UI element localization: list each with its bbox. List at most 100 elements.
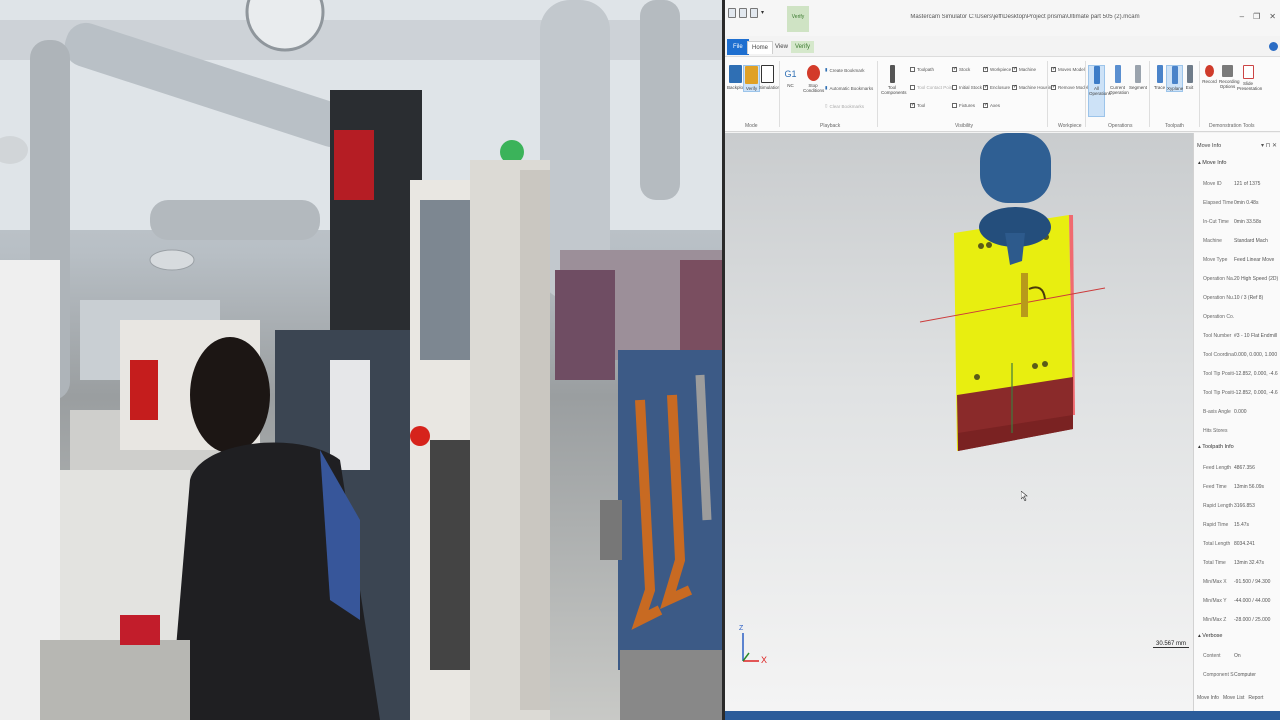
group-separator [1149,61,1150,127]
current-operation-button[interactable]: Current Operation [1109,65,1129,95]
info-value: -44.000 / 44.000 [1234,598,1271,604]
info-key: Rapid Time [1203,522,1229,528]
info-row: Feed Length 4867.356 [1203,465,1279,471]
info-value: 0.000 [1234,409,1247,415]
checkbox-icon [952,85,957,90]
checkbox-checked-icon: ✓ [952,66,958,72]
hole-marker [974,374,980,380]
info-row: Operation Co.. [1203,314,1279,320]
info-value: 15.47s [1234,522,1250,528]
spindle-body [980,133,1051,203]
info-value: -28.000 / 25.000 [1234,617,1271,623]
clear-bookmarks-button[interactable]: ▯ Clear Bookmarks [825,103,864,109]
info-value: 4867.356 [1234,465,1255,471]
stop-conditions-button[interactable]: Stop Conditions [803,65,824,93]
record-button[interactable]: Record [1201,65,1218,84]
backplot-button[interactable]: Backplot [727,65,744,90]
print-icon[interactable] [750,8,758,18]
nc-button[interactable]: G1 NC [782,65,799,88]
fixtures-checkbox[interactable]: Fixtures [952,103,975,108]
maximize-button[interactable]: ❐ [1253,12,1260,21]
tab-home[interactable]: Home [747,41,774,54]
info-value: 20 High Speed (2D) [1234,276,1278,282]
simulation-viewport[interactable]: X Z 30.567 mm [725,133,1193,711]
info-row: Rapid Time 15.47s [1203,522,1279,528]
checkbox-checked-icon: ✓ [1012,66,1018,72]
machine-housing-label: Machine Housing [1019,85,1054,90]
simulation-button[interactable]: Simulation [759,65,780,90]
enclosure-label: Enclosure [990,85,1011,90]
info-row: Tool Coordinat..0.000, 0.000, 1.000 [1203,352,1279,358]
info-row: Component S..Computer [1203,672,1279,678]
hole-marker [978,243,984,249]
tab-move-list[interactable]: Move List [1223,695,1244,701]
section-verbose[interactable]: ▴ Verbose [1198,633,1222,639]
info-value: Feed Linear Move [1234,257,1275,263]
info-value: 8034.241 [1234,541,1255,547]
info-key: Tool Coordinat.. [1203,352,1234,358]
machine-checkbox[interactable]: ✓ Machine [1012,67,1036,72]
backplot-icon [729,65,742,83]
close-button[interactable]: ✕ [1269,12,1276,21]
automatic-bookmarks-button[interactable]: ▮ Automatic Bookmarks [825,85,873,91]
simulation-icon [761,65,774,83]
exit-label: Exit [1185,85,1194,90]
tab-move-info[interactable]: Move Info [1197,695,1219,701]
info-value: 13min 32.47s [1234,560,1265,566]
workshop-camera-feed [0,0,722,720]
enclosure-checkbox[interactable]: ✓ Enclosure [983,85,1010,90]
group-label-toolpath: Toolpath [1165,123,1184,129]
info-key: Hits Stores [1203,428,1228,434]
verify-context-label: Verify [787,6,809,32]
initial-stock-label: Initial Stock [959,85,983,90]
section-move-info[interactable]: ▴ Move Info [1198,160,1226,166]
create-bookmark-button[interactable]: ▮ Create Bookmark [825,67,865,73]
tool-checkbox[interactable]: ✓ Tool [910,103,925,108]
panel-controls[interactable]: ▾ ⊓ ✕ [1261,142,1277,149]
workpiece-checkbox[interactable]: ✓ Workpiece [983,67,1011,72]
info-row: Hits Stores [1203,428,1279,434]
stop-icon [806,65,820,81]
moves-model-checkbox[interactable]: ✓ Moves Model [1051,67,1085,72]
axes-checkbox[interactable]: ✓ Axes [983,103,1000,108]
recording-options-button[interactable]: Recording Options [1219,65,1240,89]
checkbox-checked-icon: ✓ [1051,84,1057,90]
clear-bookmark-icon: ▯ [825,103,828,108]
info-row: Tool Tip Positi..-12.852, 0.000, -4.67 [1203,390,1279,396]
all-operations-button[interactable]: All Operations [1088,65,1111,117]
axis-z-label: Z [739,625,744,632]
slide-presentation-button[interactable]: Slide Presentation [1237,65,1262,91]
tool-contact-point-checkbox[interactable]: Tool Contact Point [910,85,954,90]
info-key: Feed Length [1203,465,1232,471]
slide-presentation-icon [1242,65,1254,79]
help-icon[interactable] [1269,42,1278,51]
tool-components-button[interactable]: Tool Components [881,65,907,95]
segment-button[interactable]: Segment [1129,65,1147,90]
panel-title: Move Info [1197,143,1222,149]
section-toolpath-info[interactable]: ▴ Toolpath Info [1198,444,1234,450]
record-icon [1205,65,1214,77]
customize-chevron-icon[interactable]: ▾ [761,8,769,18]
tab-view[interactable]: View [771,41,792,53]
workpiece-label: Workpiece [990,67,1012,72]
info-key: Tool Number [1203,333,1232,339]
minimize-button[interactable]: – [1240,12,1244,21]
initial-stock-checkbox[interactable]: Initial Stock [952,85,982,90]
stock-checkbox[interactable]: ✓ Stock [952,67,970,72]
tab-verify[interactable]: Verify [791,41,815,53]
tab-report[interactable]: Report [1248,695,1263,701]
info-row: B-axis Angle 0.000 [1203,409,1279,415]
tool-label: Tool [917,103,926,108]
exit-button[interactable]: Exit [1181,65,1198,90]
auto-bookmark-icon: ▮ [825,85,828,90]
remove-model-checkbox[interactable]: ✓ Remove Model [1051,85,1088,90]
open-icon[interactable] [739,8,747,18]
tab-file[interactable]: File [727,39,749,55]
window-title: Mastercam Simulator C:\Users\jeff\Deskto… [910,14,1140,20]
info-key: Total Time [1203,560,1226,566]
save-icon[interactable] [728,8,736,18]
toolpath-checkbox[interactable]: Toolpath [910,67,934,72]
axis-x-label: X [761,655,768,665]
verify-button[interactable]: Verify [743,65,760,92]
current-operation-label: Current Operation [1109,85,1129,95]
